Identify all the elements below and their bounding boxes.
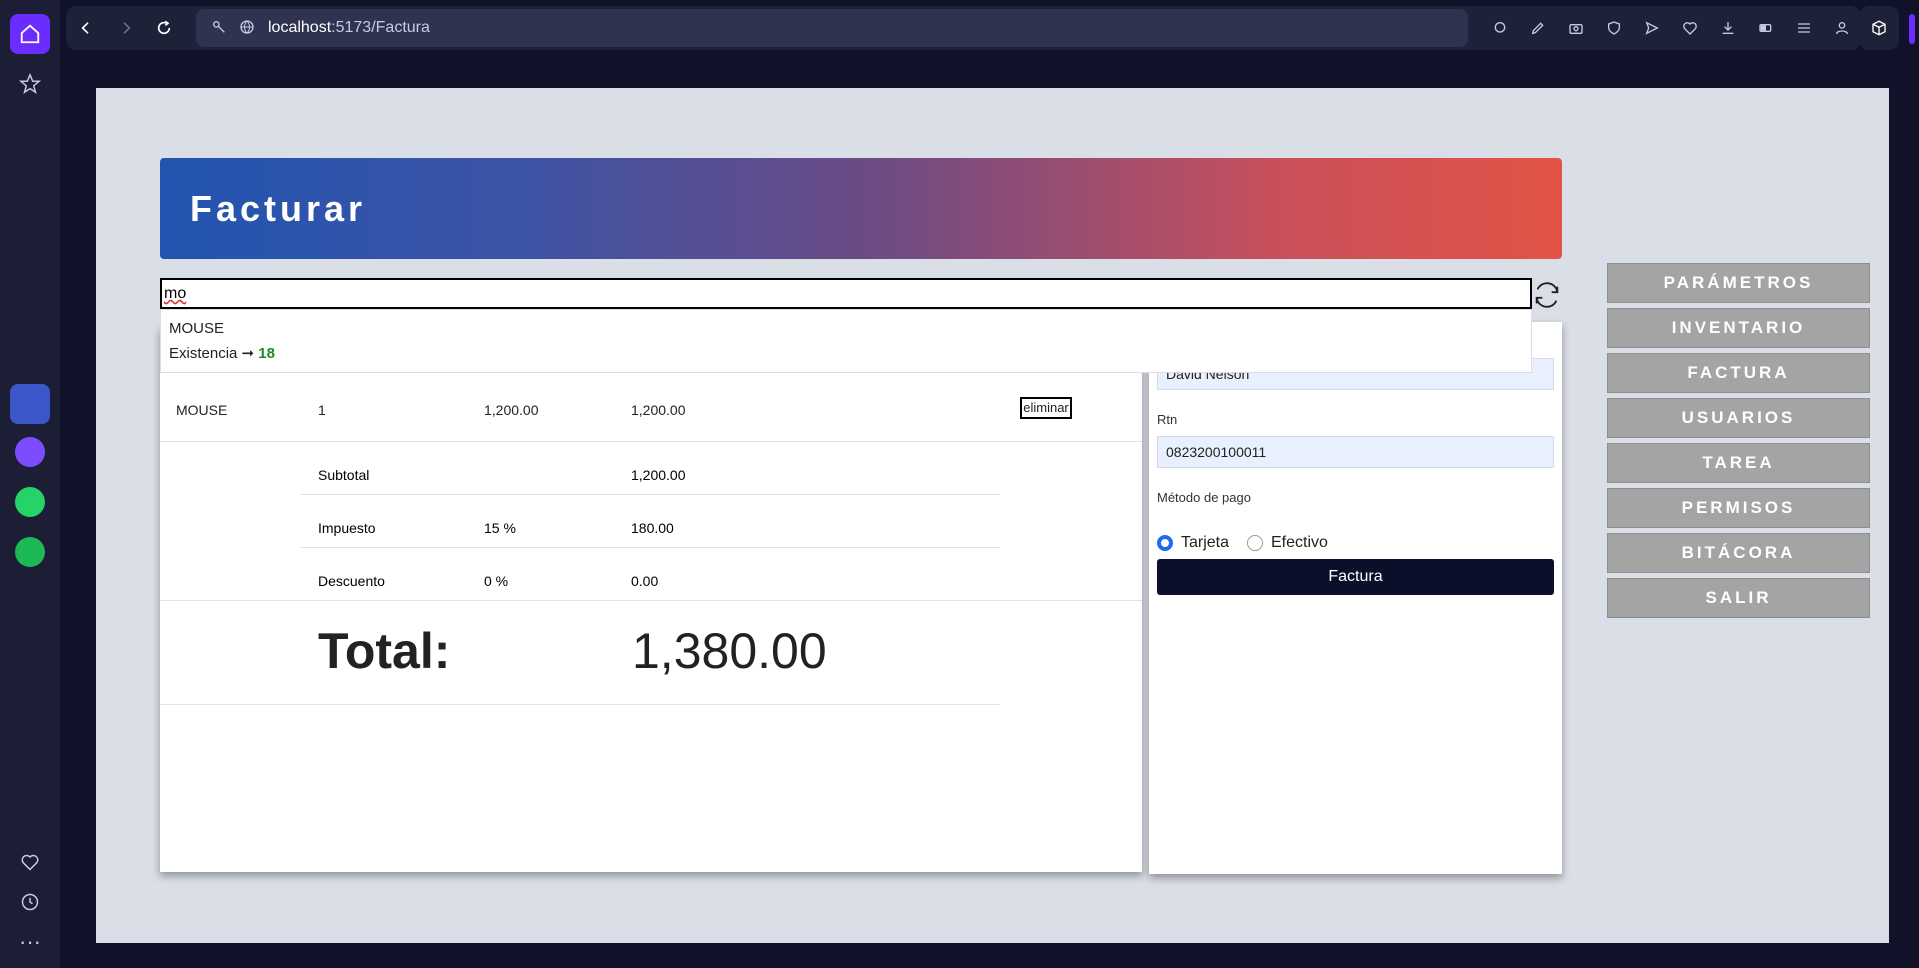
discount-rate: 0 % [484,573,509,589]
suggestion-name: MOUSE [169,320,225,337]
item-qty: 1 [318,402,326,418]
spotify-icon[interactable] [10,532,50,572]
tax-rate: 15 % [484,520,516,536]
star-icon[interactable] [10,64,50,104]
divider [160,441,1142,442]
extensions-icon[interactable] [1859,6,1899,50]
menu-item-usuarios[interactable]: USUARIOS [1607,398,1870,438]
divider [160,704,1000,705]
total-label: Total: [318,623,451,679]
page-title: Facturar [190,188,367,229]
search-icon[interactable] [1490,18,1510,38]
download-icon[interactable] [1718,18,1738,38]
shield-icon[interactable] [1604,18,1624,38]
payment-label: Método de pago [1157,490,1251,505]
divider [160,600,1142,601]
tax-label: Impuesto [318,520,376,536]
total-value: 1,380.00 [632,623,827,679]
rtn-label: Rtn [1157,412,1178,427]
browser-sidebar: ··· [0,0,60,968]
radio-unselected-icon[interactable] [1247,535,1263,551]
invoice-table: MOUSE 1 1,200.00 1,200.00 eliminar Subto… [160,326,1142,872]
menu-item-factura[interactable]: FACTURA [1607,353,1870,393]
discount-label: Descuento [318,573,385,589]
refresh-icon[interactable] [1530,278,1564,312]
item-product: MOUSE [176,402,228,418]
submit-invoice-button[interactable]: Factura [1157,559,1554,595]
browser-toolbar: localhost:5173/Factura [66,6,1861,50]
sidebar-accent [1909,14,1915,44]
address-bar[interactable]: localhost:5173/Factura [196,9,1468,47]
site-settings-icon[interactable] [211,19,227,40]
divider [300,494,1000,495]
url-text: localhost:5173/Factura [268,19,430,36]
battery-icon[interactable] [1756,18,1776,38]
customer-form: David Nelson Rtn 0823200100011 Método de… [1149,322,1562,874]
page-viewport: Facturar mo MOUSE Existencia ➞ 18 MOUSE … [96,88,1889,943]
edit-icon[interactable] [1528,18,1548,38]
menu-item-inventario[interactable]: INVENTARIO [1607,308,1870,348]
messenger-icon[interactable] [10,432,50,472]
camera-icon[interactable] [1566,18,1586,38]
subtotal-value: 1,200.00 [631,467,686,483]
send-icon[interactable] [1642,18,1662,38]
heart-icon[interactable] [10,842,50,882]
discount-value: 0.00 [631,573,659,589]
radio-selected-icon[interactable] [1157,535,1173,551]
home-icon[interactable] [10,14,50,54]
menu-item-permisos[interactable]: PERMISOS [1607,488,1870,528]
rtn-field[interactable]: 0823200100011 [1157,436,1554,468]
forward-icon[interactable] [116,18,136,38]
back-icon[interactable] [76,18,96,38]
item-total: 1,200.00 [631,402,686,418]
settings-sliders-icon[interactable] [1794,18,1814,38]
delete-item-button[interactable]: eliminar [1020,397,1072,419]
divider [300,547,1000,548]
reload-icon[interactable] [154,18,174,38]
payment-option-cash[interactable]: Efectivo [1247,534,1328,552]
whatsapp-icon[interactable] [10,482,50,522]
menu-item-parametros[interactable]: PARÁMETROS [1607,263,1870,303]
globe-icon [239,19,255,40]
item-price: 1,200.00 [484,402,539,418]
menu-item-tarea[interactable]: TAREA [1607,443,1870,483]
search-suggestion[interactable]: MOUSE Existencia ➞ 18 [160,309,1532,373]
app-icon[interactable] [10,384,50,424]
subtotal-label: Subtotal [318,467,370,483]
heart-icon[interactable] [1680,18,1700,38]
menu-item-bitacora[interactable]: BITÁCORA [1607,533,1870,573]
product-search-input[interactable]: mo [160,278,1532,309]
suggestion-stock: Existencia ➞ 18 [169,345,275,362]
tax-value: 180.00 [631,520,674,536]
more-icon[interactable]: ··· [10,922,50,962]
menu-item-salir[interactable]: SALIR [1607,578,1870,618]
history-icon[interactable] [10,882,50,922]
side-menu: PARÁMETROS INVENTARIO FACTURA USUARIOS T… [1607,263,1870,623]
page-header: Facturar [160,158,1562,259]
payment-option-card[interactable]: Tarjeta [1157,534,1229,552]
profile-icon[interactable] [1832,18,1852,38]
